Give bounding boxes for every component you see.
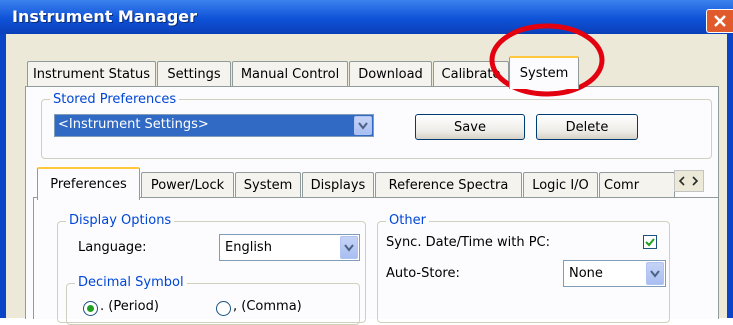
tab-settings[interactable]: Settings xyxy=(157,61,231,87)
chevron-down-icon xyxy=(650,270,660,278)
tab-system[interactable]: System xyxy=(509,56,579,89)
window-border-right xyxy=(727,34,733,318)
tab-label: Settings xyxy=(167,67,221,82)
window-border-left xyxy=(0,34,6,318)
autostore-label: Auto-Store: xyxy=(386,266,460,281)
tab-label: Manual Control xyxy=(240,67,340,82)
tab-logic-io[interactable]: Logic I/O xyxy=(523,172,598,198)
tab-preferences[interactable]: Preferences xyxy=(37,167,140,200)
tab-label: Preferences xyxy=(50,177,127,192)
tab-label: Calibrate xyxy=(441,67,501,82)
instrument-manager-window: Instrument Manager Instrument Status Set… xyxy=(0,0,733,325)
tab-comm[interactable]: Comr xyxy=(599,172,675,197)
tab-label: Instrument Status xyxy=(32,67,151,82)
tab-calibrate[interactable]: Calibrate xyxy=(433,61,509,87)
tab-label: System xyxy=(519,66,569,81)
close-icon xyxy=(714,15,726,27)
radio-selected-dot xyxy=(87,305,94,312)
chevron-down-icon xyxy=(344,244,354,252)
stored-preferences-select[interactable]: <Instrument Settings> xyxy=(54,114,374,137)
arrow-left-icon[interactable] xyxy=(677,176,687,186)
tab-label: Logic I/O xyxy=(532,178,589,193)
save-button-label: Save xyxy=(454,119,486,135)
tab-download[interactable]: Download xyxy=(349,61,432,87)
tab-instrument-status[interactable]: Instrument Status xyxy=(27,61,156,87)
save-button[interactable]: Save xyxy=(415,114,525,140)
decimal-symbol-title: Decimal Symbol xyxy=(75,275,187,290)
other-title: Other xyxy=(386,213,429,228)
delete-button[interactable]: Delete xyxy=(536,114,638,140)
dropdown-button[interactable] xyxy=(354,116,372,135)
delete-button-label: Delete xyxy=(565,119,609,135)
tab-label: Displays xyxy=(310,178,366,193)
dropdown-button[interactable] xyxy=(646,262,664,285)
tab-displays[interactable]: Displays xyxy=(302,172,374,198)
sync-checkbox[interactable] xyxy=(643,235,657,249)
tab-power-lock[interactable]: Power/Lock xyxy=(141,172,234,198)
autostore-select[interactable]: None xyxy=(563,260,666,287)
period-label: . (Period) xyxy=(100,299,159,314)
chevron-down-icon xyxy=(358,122,368,130)
comma-radio[interactable] xyxy=(216,301,231,316)
period-radio[interactable] xyxy=(83,301,98,316)
dropdown-button[interactable] xyxy=(340,236,358,259)
window-title: Instrument Manager xyxy=(12,7,198,26)
display-options-title: Display Options xyxy=(66,213,175,228)
tab-label: Download xyxy=(358,67,423,82)
comma-label: , (Comma) xyxy=(233,299,302,314)
tab-reference-spectra[interactable]: Reference Spectra xyxy=(375,172,522,198)
stored-preferences-title: Stored Preferences xyxy=(50,92,180,107)
language-select[interactable]: English xyxy=(219,234,360,261)
tab-label: Power/Lock xyxy=(150,178,225,193)
language-label: Language: xyxy=(78,240,147,255)
title-bar: Instrument Manager xyxy=(0,0,733,34)
tab-label: Reference Spectra xyxy=(388,178,509,193)
sync-label: Sync. Date/Time with PC: xyxy=(386,235,551,250)
tab-system-sub[interactable]: System xyxy=(235,172,301,198)
check-icon xyxy=(645,238,655,247)
tab-scroll-arrows xyxy=(674,170,704,192)
tab-label: System xyxy=(243,178,293,193)
close-button[interactable] xyxy=(706,9,733,33)
autostore-value: None xyxy=(569,266,603,281)
tab-manual-control[interactable]: Manual Control xyxy=(232,61,348,87)
stored-preferences-value: <Instrument Settings> xyxy=(58,117,209,132)
arrow-right-icon[interactable] xyxy=(690,176,700,186)
language-value: English xyxy=(225,240,272,255)
tab-label: Comr xyxy=(604,177,640,193)
